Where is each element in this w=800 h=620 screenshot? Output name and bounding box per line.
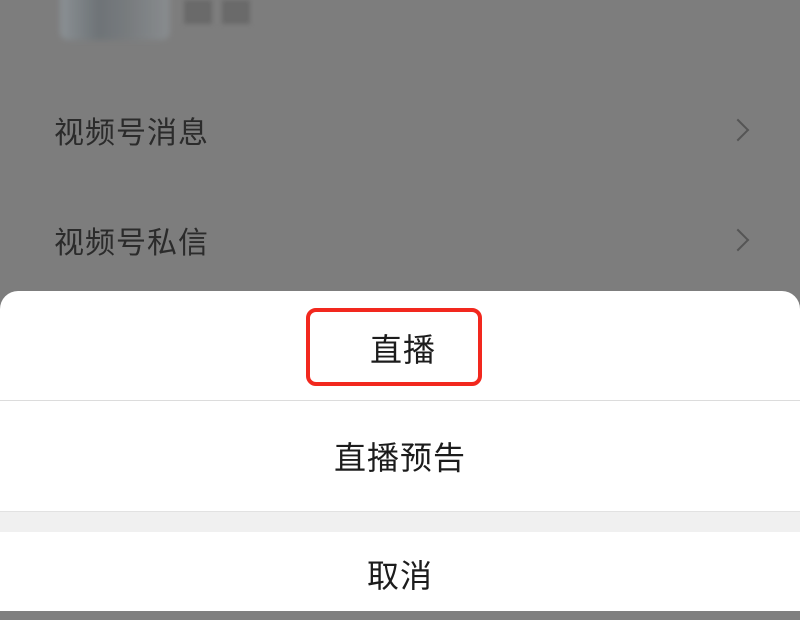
live-preview-option-label: 直播预告: [333, 439, 466, 477]
cancel-button[interactable]: 取消: [0, 532, 800, 612]
blurred-name: [184, 0, 212, 24]
chevron-right-icon: [726, 118, 750, 142]
blurred-name: [222, 0, 250, 24]
live-preview-option-button[interactable]: 直播预告: [0, 401, 800, 511]
live-option-button[interactable]: 直播: [0, 291, 800, 401]
list-item-channels-private-messages: 视频号私信: [0, 186, 800, 294]
list-item-label: 视频号私信: [54, 226, 209, 261]
sheet-separator: [0, 511, 800, 532]
list-item-label: 视频号消息: [54, 116, 209, 151]
cancel-label: 取消: [366, 557, 433, 595]
action-sheet: 直播 直播预告 取消: [0, 291, 800, 611]
avatar: [60, 0, 170, 40]
chevron-right-icon: [726, 228, 750, 252]
live-option-label: 直播: [369, 331, 436, 369]
list-item-channels-messages: 视频号消息: [0, 76, 800, 184]
profile-row: [0, 0, 800, 70]
